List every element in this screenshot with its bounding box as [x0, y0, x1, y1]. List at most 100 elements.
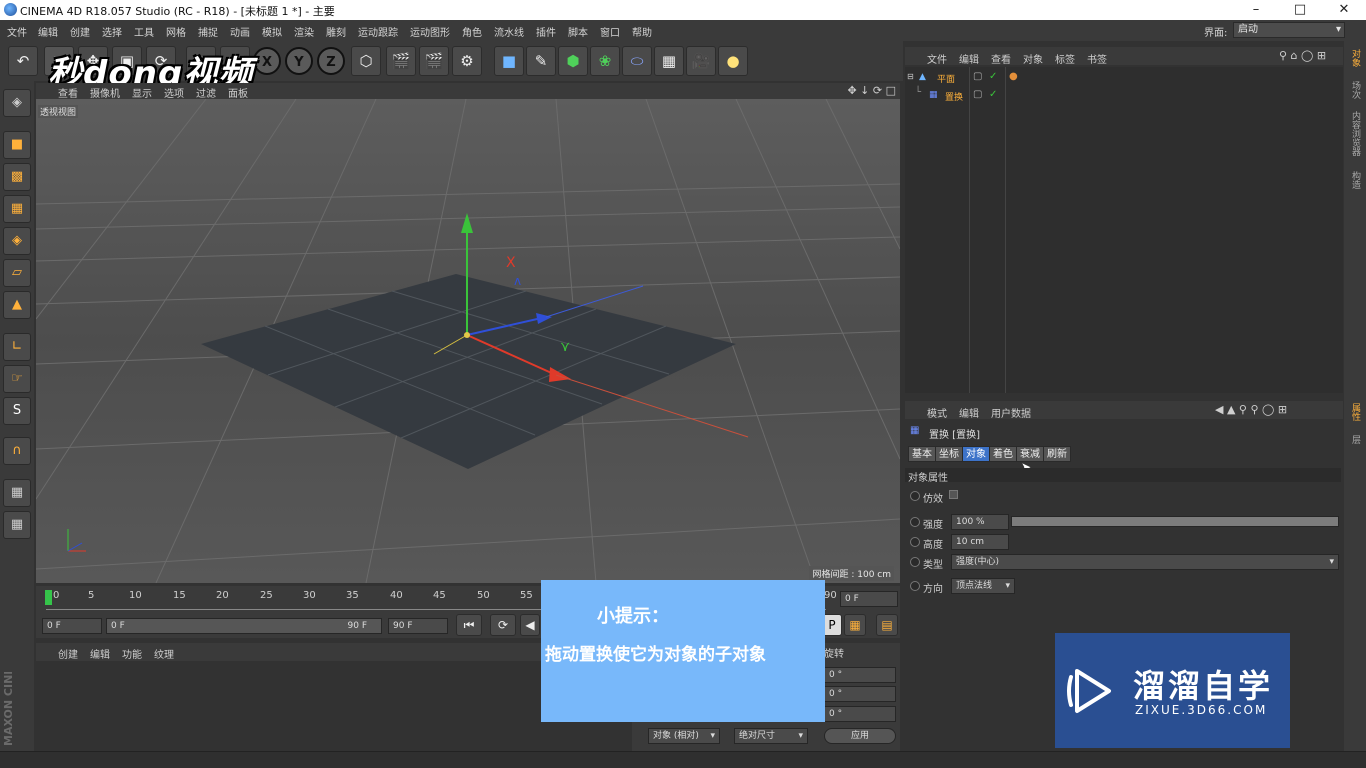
step-back-icon[interactable]: ◀ [520, 614, 540, 636]
keyframe-grid-icon[interactable]: ▦ [844, 614, 866, 636]
obj-menu-file[interactable]: 文件 [927, 51, 947, 66]
menu-character[interactable]: 角色 [462, 24, 482, 39]
visible-check-icon[interactable]: ✓ [989, 89, 997, 100]
mat-menu-function[interactable]: 功能 [122, 646, 142, 661]
menu-tools[interactable]: 工具 [134, 24, 154, 39]
obj-menu-objects[interactable]: 对象 [1023, 51, 1043, 66]
current-frame-field[interactable]: 0 F [840, 591, 898, 607]
menu-file[interactable]: 文件 [7, 24, 27, 39]
attr-nav-icons[interactable]: ◀ ▲ ⚲ ⚲ ◯ ⊞ [1215, 403, 1287, 416]
menu-select[interactable]: 选择 [102, 24, 122, 39]
attr-menu-mode[interactable]: 模式 [927, 405, 947, 420]
maximize-icon[interactable]: □ [1278, 0, 1322, 20]
model-mode-icon[interactable]: ■ [3, 131, 31, 159]
vtab-objects[interactable]: 对象 [1348, 49, 1362, 67]
close-icon[interactable]: ✕ [1322, 0, 1366, 20]
viewport-menu-camera[interactable]: 摄像机 [90, 85, 120, 100]
floor-icon[interactable]: ▦ [654, 46, 684, 76]
snap-icon[interactable]: ∩ [3, 437, 31, 465]
viewport-menu-options[interactable]: 选项 [164, 85, 184, 100]
vtab-structure[interactable]: 构造 [1348, 171, 1362, 189]
frame-range-slider[interactable]: 0 F 90 F [106, 618, 382, 634]
obj-menu-view[interactable]: 查看 [991, 51, 1011, 66]
viewport-menu-display[interactable]: 显示 [132, 85, 152, 100]
cloner-icon[interactable]: ❀ [590, 46, 620, 76]
texture-mode-icon[interactable]: ▩ [3, 163, 31, 191]
tag-icon[interactable]: ● [1009, 71, 1018, 82]
polygons-mode-icon[interactable]: ▲ [3, 291, 31, 319]
type-select[interactable]: 强度(中心) ▾ [951, 554, 1339, 570]
attr-menu-user-data[interactable]: 用户数据 [991, 405, 1031, 420]
mat-menu-texture[interactable]: 纹理 [154, 646, 174, 661]
menu-motion-tracking[interactable]: 运动跟踪 [358, 24, 398, 39]
object-name[interactable]: 平面 [937, 72, 955, 85]
obj-menu-bookmarks[interactable]: 书签 [1087, 51, 1107, 66]
layer-icon[interactable]: ▢ [973, 71, 982, 82]
vtab-attributes[interactable]: 属性 [1348, 403, 1362, 421]
rotation-p-field[interactable]: 0 ° [824, 686, 896, 702]
list-item[interactable]: ⊟ ▲ 平面 ▢ ✓ ● [905, 71, 1343, 87]
mat-menu-create[interactable]: 创建 [58, 646, 78, 661]
pen-icon[interactable]: ✎ [526, 46, 556, 76]
height-field[interactable]: 10 cm [951, 534, 1009, 550]
list-item[interactable]: └ ▦ 置换 ▢ ✓ [905, 87, 1343, 105]
object-name[interactable]: 置换 [945, 90, 963, 103]
points-mode-icon[interactable]: ◈ [3, 227, 31, 255]
perspective-viewport[interactable]: X ʌ ⋎ 透视视图 网格间距 : 100 cm [36, 99, 900, 583]
render-settings-icon[interactable]: ⚙ [452, 46, 482, 76]
strength-radio[interactable] [910, 517, 920, 527]
object-list[interactable]: ⊟ ▲ 平面 ▢ ✓ ● └ ▦ 置换 ▢ ✓ [905, 67, 1343, 393]
menu-window[interactable]: 窗口 [600, 24, 620, 39]
loop-icon[interactable]: ⟳ [490, 614, 516, 636]
subdivision-icon[interactable]: ⬢ [558, 46, 588, 76]
timeline-window-icon[interactable]: ▤ [876, 614, 898, 636]
solo-icon[interactable]: S [3, 397, 31, 425]
menu-sculpt[interactable]: 雕刻 [326, 24, 346, 39]
workplane-icon[interactable]: ▦ [3, 195, 31, 223]
go-to-start-icon[interactable]: ⏮ [456, 614, 482, 636]
edges-mode-icon[interactable]: ▱ [3, 259, 31, 287]
strength-field[interactable]: 100 % [951, 514, 1009, 530]
axis-y-icon[interactable]: Y [285, 47, 313, 75]
direction-radio[interactable] [910, 581, 920, 591]
menu-simulate[interactable]: 模拟 [262, 24, 282, 39]
tab-object[interactable]: 对象 [962, 446, 990, 462]
tab-coord[interactable]: 坐标 [935, 446, 963, 462]
coordinate-system-icon[interactable]: ⬡ [351, 46, 381, 76]
minimize-icon[interactable]: – [1234, 0, 1278, 20]
tweak-mode-icon[interactable]: ☞ [3, 365, 31, 393]
menu-script[interactable]: 脚本 [568, 24, 588, 39]
strength-slider[interactable] [1011, 516, 1339, 527]
viewport-menu-filter[interactable]: 过滤 [196, 85, 216, 100]
vtab-content-browser[interactable]: 内容浏览器 [1348, 111, 1362, 156]
type-radio[interactable] [910, 557, 920, 567]
make-editable-icon[interactable]: ◈ [3, 89, 31, 117]
light-icon[interactable]: ● [718, 46, 748, 76]
timeline-playhead[interactable] [45, 590, 52, 605]
menu-mesh[interactable]: 网格 [166, 24, 186, 39]
tab-basic[interactable]: 基本 [908, 446, 936, 462]
axis-x-icon[interactable]: X [253, 47, 281, 75]
cube-icon[interactable]: ■ [494, 46, 524, 76]
menu-edit[interactable]: 编辑 [38, 24, 58, 39]
lock-workplane-icon[interactable]: ▦ [3, 479, 31, 507]
menu-pipeline[interactable]: 流水线 [494, 24, 524, 39]
key-p-icon[interactable]: P [822, 614, 842, 636]
rotation-h-field[interactable]: 0 ° [824, 667, 896, 683]
planar-workplane-icon[interactable]: ▦ [3, 511, 31, 539]
apply-button[interactable]: 应用 [824, 728, 896, 744]
menu-snap[interactable]: 捕捉 [198, 24, 218, 39]
layer-icon[interactable]: ▢ [973, 89, 982, 100]
tab-shading[interactable]: 着色 [989, 446, 1017, 462]
vtab-takes[interactable]: 场次 [1348, 81, 1362, 99]
camera-icon[interactable]: 🎥 [686, 46, 716, 76]
axis-z-icon[interactable]: Z [317, 47, 345, 75]
viewport-menu-panel[interactable]: 面板 [228, 85, 248, 100]
viewport-nav-icons[interactable]: ✥ ↓ ⟳ □ [847, 84, 896, 97]
size-mode-select[interactable]: 绝对尺寸 ▾ [734, 728, 808, 744]
emulate-radio[interactable] [910, 491, 920, 501]
height-radio[interactable] [910, 537, 920, 547]
menu-create[interactable]: 创建 [70, 24, 90, 39]
attr-menu-edit[interactable]: 编辑 [959, 405, 979, 420]
visible-check-icon[interactable]: ✓ [989, 71, 997, 82]
